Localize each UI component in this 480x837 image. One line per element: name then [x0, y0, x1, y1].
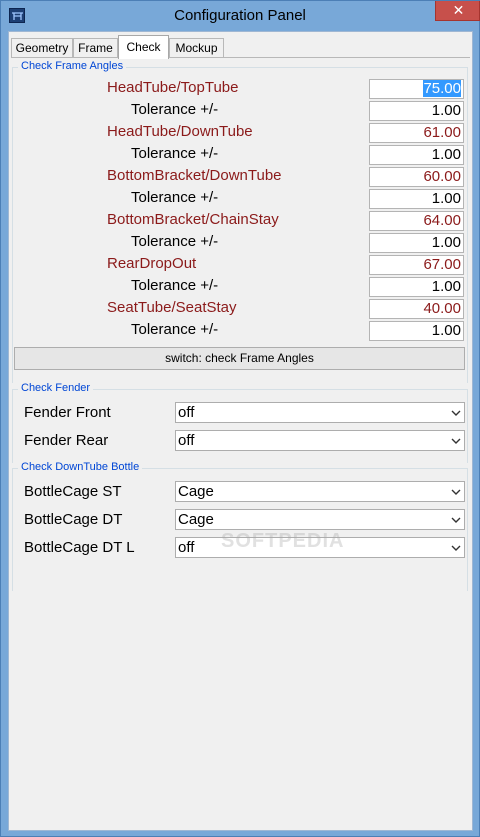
angle-label-headtube-toptube: HeadTube/TopTube	[107, 79, 239, 96]
tolerance-label: Tolerance +/-	[131, 233, 219, 250]
angle-label-headtube-downtube: HeadTube/DownTube	[107, 123, 253, 140]
chevron-down-icon	[451, 410, 461, 416]
angle-value-headtube-toptube[interactable]: 75.00	[369, 79, 464, 99]
bottlecage-dt-value: Cage	[178, 511, 214, 528]
bottlecage-st-select[interactable]: Cage	[175, 481, 465, 502]
fender-rear-value: off	[178, 432, 195, 449]
tab-mockup[interactable]: Mockup	[169, 38, 224, 58]
angle-value-seattube-seatstay[interactable]: 40.00	[369, 299, 464, 319]
angle-label-seattube-seatstay: SeatTube/SeatStay	[107, 299, 237, 316]
bottlecage-st-value: Cage	[178, 483, 214, 500]
tolerance-label: Tolerance +/-	[131, 189, 219, 206]
angle-value-bottombracket-chainstay[interactable]: 64.00	[369, 211, 464, 231]
tolerance-label: Tolerance +/-	[131, 101, 219, 118]
tab-check[interactable]: Check	[118, 35, 169, 59]
fender-front-select[interactable]: off	[175, 402, 465, 423]
tolerance-label: Tolerance +/-	[131, 145, 219, 162]
tolerance-value-reardropout[interactable]: 1.00	[369, 277, 464, 297]
watermark: SOFTPEDIA	[221, 530, 345, 552]
chevron-down-icon	[451, 438, 461, 444]
close-icon: ✕	[452, 2, 465, 18]
close-button[interactable]: ✕	[435, 1, 480, 21]
bottlecage-dt-select[interactable]: Cage	[175, 509, 465, 530]
configuration-window: Configuration Panel ✕ Geometry Frame Che…	[0, 0, 480, 837]
fender-title: Check Fender	[18, 382, 94, 394]
fender-front-label: Fender Front	[24, 404, 111, 421]
bottlecage-st-label: BottleCage ST	[24, 483, 122, 500]
tolerance-label: Tolerance +/-	[131, 321, 219, 338]
window-title: Configuration Panel	[174, 7, 306, 24]
bottlecage-dt-l-label: BottleCage DT L	[24, 539, 135, 556]
angle-label-bottombracket-chainstay: BottomBracket/ChainStay	[107, 211, 279, 228]
angle-label-bottombracket-downtube: BottomBracket/DownTube	[107, 167, 282, 184]
angle-value-reardropout[interactable]: 67.00	[369, 255, 464, 275]
chevron-down-icon	[451, 489, 461, 495]
tolerance-value-headtube-downtube[interactable]: 1.00	[369, 145, 464, 165]
bottlecage-dt-label: BottleCage DT	[24, 511, 123, 528]
tolerance-value-bottombracket-downtube[interactable]: 1.00	[369, 189, 464, 209]
switch-check-frame-angles-button[interactable]: switch: check Frame Angles	[14, 347, 465, 370]
fender-rear-label: Fender Rear	[24, 432, 109, 449]
tolerance-value-bottombracket-chainstay[interactable]: 1.00	[369, 233, 464, 253]
chevron-down-icon	[451, 545, 461, 551]
fender-front-value: off	[178, 404, 195, 421]
tolerance-value-headtube-toptube[interactable]: 1.00	[369, 101, 464, 121]
frame-angles-title: Check Frame Angles	[18, 60, 127, 72]
bottlecage-dt-l-value: off	[178, 539, 195, 556]
tolerance-label: Tolerance +/-	[131, 277, 219, 294]
fender-group: Check Fender	[12, 382, 468, 463]
angle-label-reardropout: RearDropOut	[107, 255, 197, 272]
title-bar[interactable]: Configuration Panel ✕	[1, 1, 480, 31]
selected-text: 75.00	[423, 80, 461, 97]
angle-value-headtube-downtube[interactable]: 61.00	[369, 123, 464, 143]
bottle-title: Check DownTube Bottle	[18, 461, 143, 473]
client-area: Geometry Frame Check Mockup Check Frame …	[8, 31, 473, 831]
tab-geometry[interactable]: Geometry	[11, 38, 73, 58]
fender-rear-select[interactable]: off	[175, 430, 465, 451]
tab-frame[interactable]: Frame	[73, 38, 118, 58]
angle-value-bottombracket-downtube[interactable]: 60.00	[369, 167, 464, 187]
chevron-down-icon	[451, 517, 461, 523]
tolerance-value-seattube-seatstay[interactable]: 1.00	[369, 321, 464, 341]
check-tab-panel: Check Frame Angles HeadTube/TopTube 75.0…	[11, 57, 470, 829]
